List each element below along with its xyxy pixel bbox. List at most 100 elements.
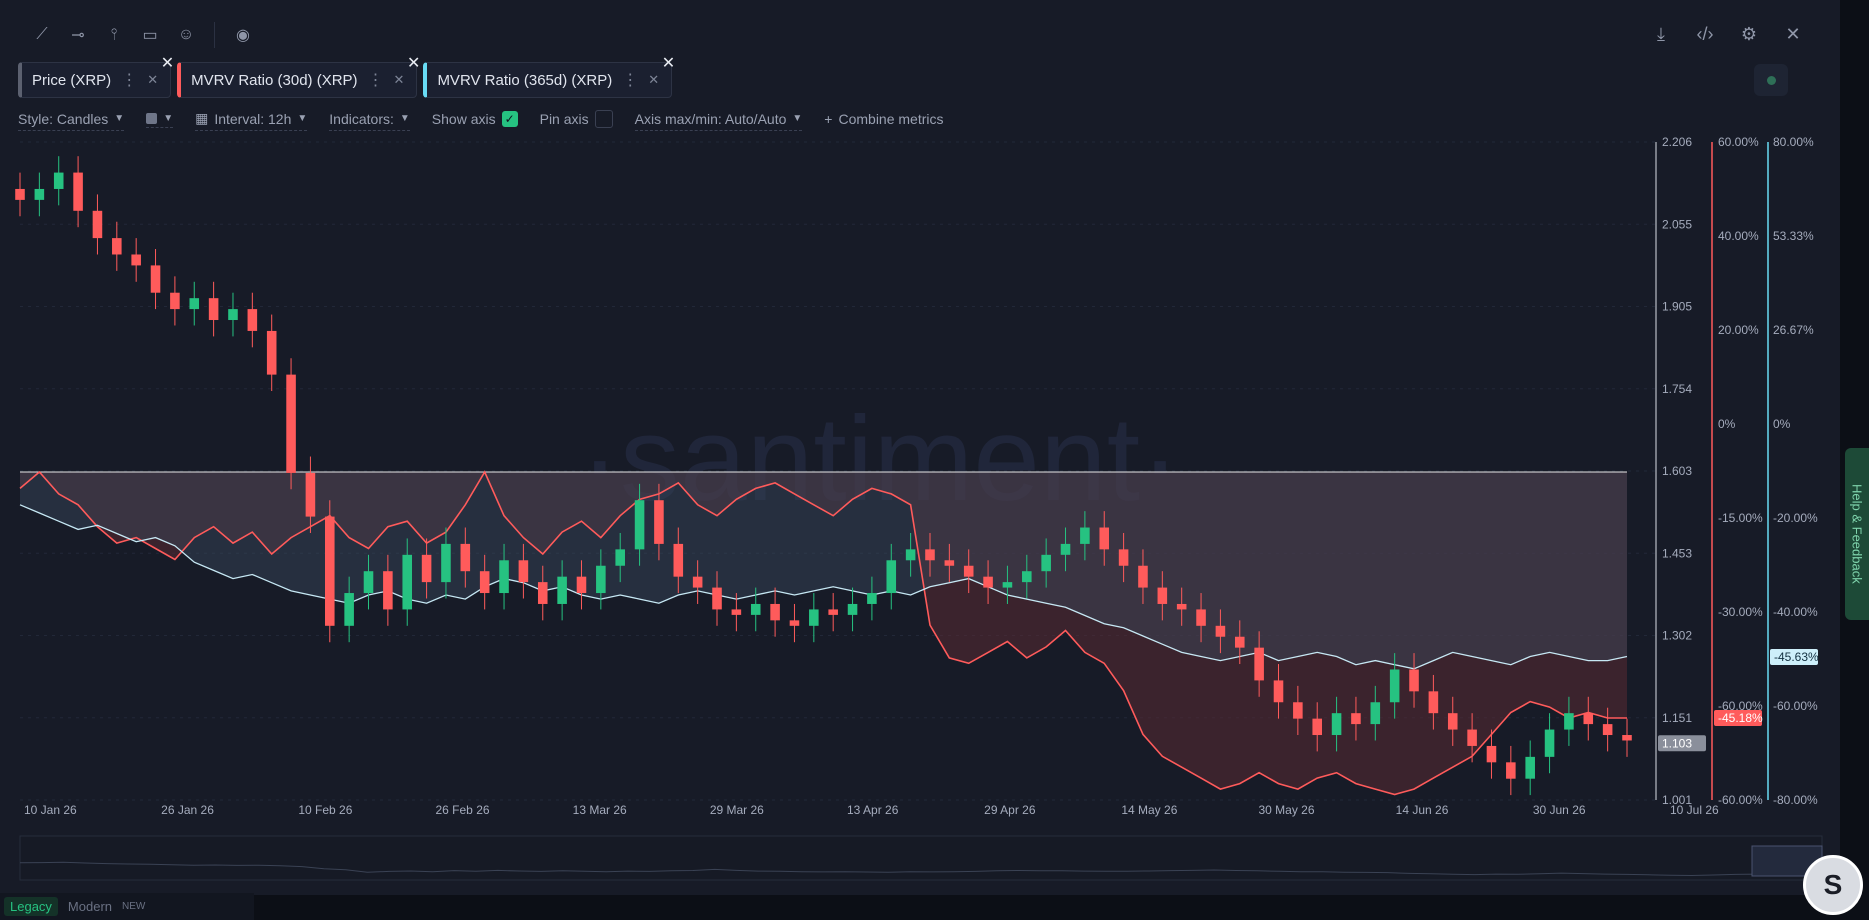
- candle: [266, 330, 277, 375]
- candle: [170, 292, 180, 310]
- mvrv365-axis-label: 53.33%: [1773, 229, 1814, 243]
- candle: [1525, 756, 1535, 779]
- candle: [1486, 745, 1497, 763]
- candle: [1351, 713, 1361, 725]
- candle: [1002, 582, 1013, 588]
- last-price-badge: 1.103: [1662, 736, 1692, 750]
- candle: [1331, 713, 1342, 736]
- candle: [1564, 713, 1574, 730]
- candle: [131, 254, 141, 266]
- new-badge: NEW: [122, 901, 146, 912]
- chat-button[interactable]: S: [1803, 855, 1863, 915]
- mvrv30-axis-label: -15.00%: [1718, 511, 1763, 525]
- x-tick-label: 26 Feb 26: [436, 803, 490, 817]
- candle: [576, 576, 587, 594]
- candle: [1544, 729, 1555, 757]
- candle: [499, 560, 509, 594]
- candle: [34, 188, 45, 200]
- candle: [1215, 625, 1226, 637]
- legacy-option[interactable]: Legacy: [4, 897, 58, 916]
- price-axis-label: 2.206: [1662, 135, 1692, 149]
- candle: [73, 172, 83, 211]
- candle: [905, 549, 916, 561]
- price-axis-label: 1.151: [1662, 711, 1692, 725]
- candle: [53, 172, 64, 189]
- mvrv365-axis-label: 26.67%: [1773, 323, 1814, 337]
- candle: [1080, 527, 1090, 544]
- last-mvrv30-badge: -45.18%: [1718, 711, 1763, 725]
- candle: [1176, 603, 1187, 610]
- candle: [150, 265, 161, 293]
- candle: [325, 516, 335, 626]
- x-tick-label: 14 Jun 26: [1396, 803, 1449, 817]
- candle: [634, 500, 645, 550]
- mvrv365-axis-label: 0%: [1773, 417, 1791, 431]
- mvrv30-axis-label: -60.00%: [1718, 793, 1763, 807]
- candle: [189, 298, 200, 310]
- candle: [286, 374, 296, 473]
- candle: [692, 576, 703, 588]
- candle: [1428, 691, 1439, 714]
- candle: [1312, 718, 1322, 736]
- candle: [402, 554, 413, 610]
- candle: [344, 593, 354, 626]
- candle: [15, 188, 25, 200]
- candle: [886, 560, 897, 594]
- candle: [518, 560, 529, 583]
- candle: [828, 609, 838, 615]
- candle: [925, 549, 935, 561]
- price-chart[interactable]: ·santiment·2.2062.0551.9051.7541.6031.45…: [0, 0, 1869, 920]
- candle: [383, 571, 393, 610]
- candle: [1157, 587, 1168, 604]
- candle: [1583, 713, 1594, 725]
- candle: [421, 554, 432, 583]
- candle: [1622, 735, 1632, 741]
- layout-switcher: Legacy Modern NEW: [0, 893, 254, 920]
- x-tick-label: 30 Jun 26: [1533, 803, 1586, 817]
- price-axis-label: 1.905: [1662, 300, 1692, 314]
- x-tick-label: 13 Mar 26: [573, 803, 627, 817]
- mvrv365-axis-label: 80.00%: [1773, 135, 1814, 149]
- price-axis-label: 1.302: [1662, 629, 1692, 643]
- candle: [750, 603, 761, 615]
- candle: [363, 571, 374, 594]
- candle: [1060, 543, 1071, 555]
- modern-option[interactable]: Modern: [68, 899, 112, 914]
- candle: [1118, 549, 1129, 566]
- candle: [1467, 729, 1477, 746]
- candle: [1254, 647, 1264, 681]
- mvrv365-axis-label: -20.00%: [1773, 511, 1818, 525]
- candle: [228, 309, 238, 321]
- candle: [92, 210, 103, 239]
- mvrv365-area: [20, 472, 1627, 669]
- candle: [305, 472, 316, 517]
- candle: [1234, 636, 1245, 648]
- candle: [712, 587, 722, 610]
- candle: [615, 549, 625, 566]
- candle: [479, 571, 490, 594]
- candle: [731, 609, 742, 615]
- price-axis-label: 1.754: [1662, 382, 1692, 396]
- candle: [112, 238, 122, 255]
- mvrv365-axis-label: -60.00%: [1773, 699, 1818, 713]
- candle: [809, 609, 819, 626]
- help-feedback-tab[interactable]: Help & Feedback: [1845, 448, 1869, 620]
- candle: [1602, 724, 1613, 736]
- mvrv30-axis-label: 40.00%: [1718, 229, 1759, 243]
- last-mvrv365-badge: -45.63%: [1774, 650, 1819, 664]
- candle: [789, 620, 800, 626]
- candle: [944, 560, 955, 566]
- candle: [983, 576, 993, 588]
- x-tick-label: 26 Jan 26: [161, 803, 214, 817]
- candle: [557, 576, 567, 604]
- candle: [847, 603, 858, 615]
- x-tick-label: 10 Jan 26: [24, 803, 77, 817]
- candle: [596, 565, 606, 594]
- x-tick-label: 10 Feb 26: [298, 803, 352, 817]
- mvrv30-axis-label: 60.00%: [1718, 135, 1759, 149]
- x-tick-label: 29 Apr 26: [984, 803, 1036, 817]
- candle: [247, 309, 258, 331]
- candle: [1447, 713, 1458, 730]
- mvrv30-axis-label: -30.00%: [1718, 605, 1763, 619]
- candle: [1273, 680, 1284, 703]
